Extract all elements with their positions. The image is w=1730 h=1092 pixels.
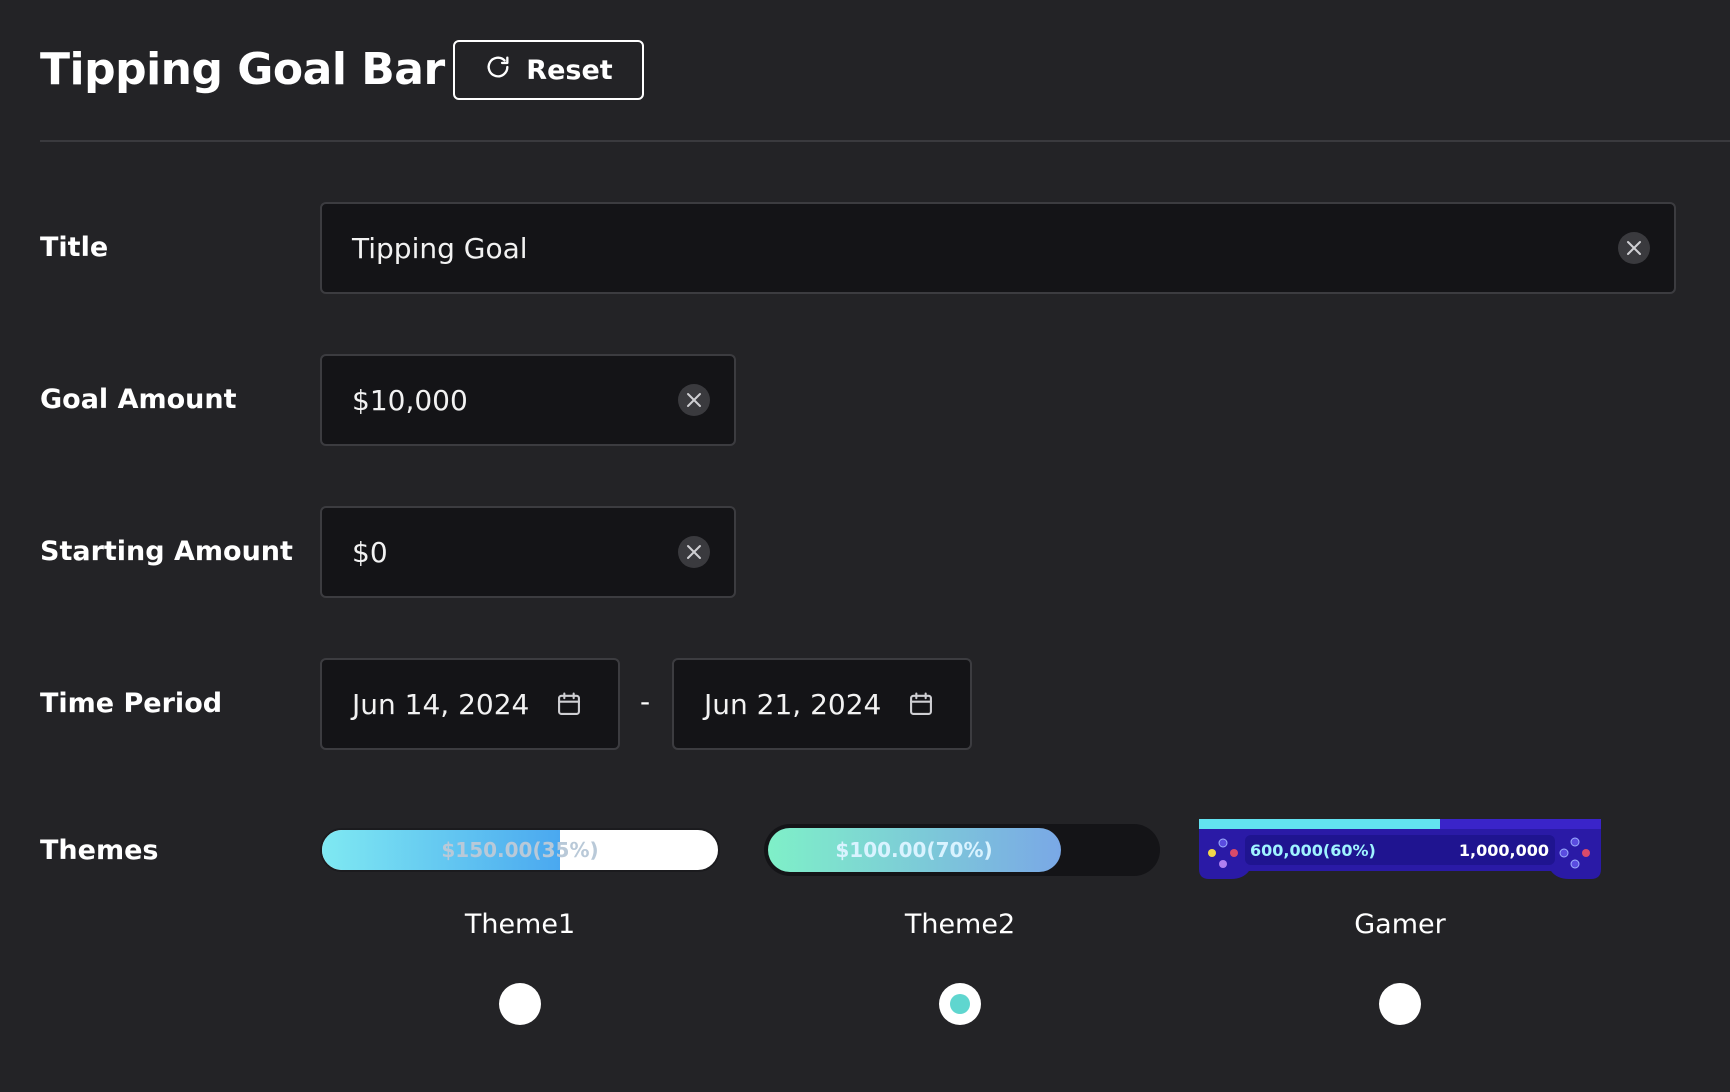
starting-amount-label: Starting Amount bbox=[40, 536, 293, 567]
reset-button[interactable]: Reset bbox=[453, 40, 644, 100]
refresh-icon bbox=[484, 53, 512, 88]
title-label: Title bbox=[40, 232, 109, 263]
theme2-label: Theme2 bbox=[904, 909, 1016, 940]
start-date-field[interactable]: Jun 14, 2024 bbox=[320, 658, 620, 750]
calendar-icon[interactable] bbox=[906, 689, 936, 719]
gamer-preview[interactable]: 600,000(60%) 1,000,000 bbox=[1199, 819, 1601, 881]
goal-amount-value[interactable]: $10,000 bbox=[352, 384, 678, 417]
tipping-goal-bar-settings: Tipping Goal Bar Reset Title Tipping Goa… bbox=[0, 0, 1730, 1092]
gamer-current-text: 600,000(60%) bbox=[1250, 841, 1376, 860]
end-date-value[interactable]: Jun 21, 2024 bbox=[704, 688, 906, 721]
date-separator: - bbox=[640, 685, 651, 718]
time-period-label: Time Period bbox=[40, 688, 223, 719]
title-field[interactable]: Tipping Goal bbox=[320, 202, 1676, 294]
close-icon[interactable] bbox=[1618, 232, 1650, 264]
gamer-goal-text: 1,000,000 bbox=[1459, 841, 1549, 860]
themes-label: Themes bbox=[40, 835, 159, 866]
starting-amount-field[interactable]: $0 bbox=[320, 506, 736, 598]
theme1-preview[interactable]: $150.00(35%) bbox=[320, 828, 720, 872]
end-date-field[interactable]: Jun 21, 2024 bbox=[672, 658, 972, 750]
theme2-preview-text: $100.00(70%) bbox=[835, 838, 993, 862]
reset-label: Reset bbox=[526, 54, 613, 86]
page-title: Tipping Goal Bar bbox=[40, 44, 445, 95]
theme1-preview-text: $150.00(35%) bbox=[441, 838, 599, 862]
gamer-label: Gamer bbox=[1354, 909, 1446, 940]
goal-amount-field[interactable]: $10,000 bbox=[320, 354, 736, 446]
close-icon[interactable] bbox=[678, 536, 710, 568]
theme1-label: Theme1 bbox=[464, 909, 576, 940]
theme2-preview[interactable]: $100.00(70%) bbox=[764, 824, 1160, 876]
gamer-bar-graphic: 600,000(60%) 1,000,000 bbox=[1199, 819, 1601, 879]
theme2-radio[interactable] bbox=[939, 983, 981, 1025]
gamer-radio[interactable] bbox=[1379, 983, 1421, 1025]
starting-amount-value[interactable]: $0 bbox=[352, 536, 678, 569]
close-icon[interactable] bbox=[678, 384, 710, 416]
theme1-radio[interactable] bbox=[499, 983, 541, 1025]
title-value[interactable]: Tipping Goal bbox=[352, 232, 1618, 265]
start-date-value[interactable]: Jun 14, 2024 bbox=[352, 688, 554, 721]
calendar-icon[interactable] bbox=[554, 689, 584, 719]
goal-amount-label: Goal Amount bbox=[40, 384, 237, 415]
header-divider bbox=[40, 140, 1730, 142]
header: Tipping Goal Bar bbox=[40, 40, 445, 100]
